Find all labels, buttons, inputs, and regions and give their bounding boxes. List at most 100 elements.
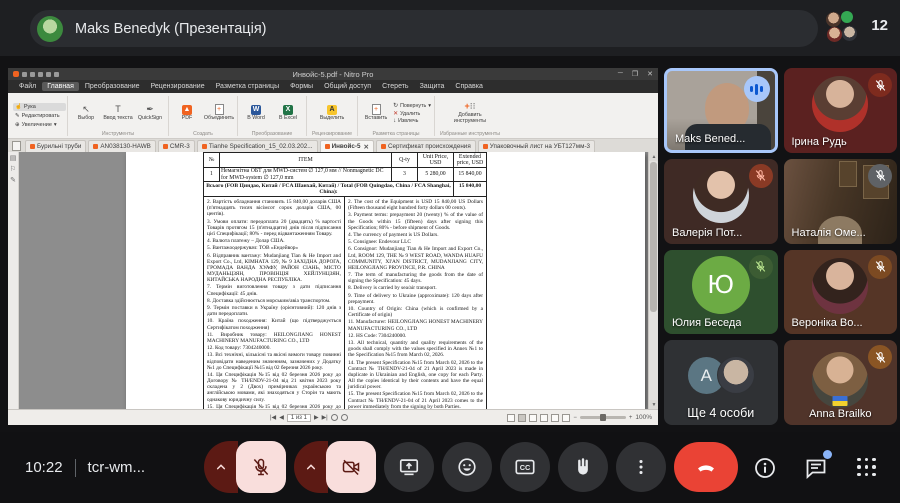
raise-hand-button[interactable] bbox=[558, 442, 608, 492]
zoom-button[interactable]: ⊕Увеличение ▾ bbox=[13, 121, 66, 129]
restore-button[interactable]: ❐ bbox=[632, 70, 638, 78]
meeting-details-button[interactable] bbox=[752, 455, 778, 481]
captions-button[interactable]: CC bbox=[500, 442, 550, 492]
tab-help[interactable]: Справка bbox=[450, 82, 487, 91]
tile-anna[interactable]: Anna Brailko bbox=[784, 340, 898, 425]
avatar-initial: Ю bbox=[692, 256, 750, 314]
view-mode-icon[interactable] bbox=[540, 414, 548, 422]
zoom-out-icon[interactable]: − bbox=[573, 415, 577, 421]
last-page-icon[interactable]: ▶| bbox=[322, 414, 328, 421]
view-mode-icon[interactable] bbox=[551, 414, 559, 422]
to-excel-button[interactable]: XВ Excel bbox=[273, 105, 303, 122]
zoom-slider-knob[interactable] bbox=[600, 414, 606, 421]
tile-valeriia[interactable]: Валерія Пот... bbox=[664, 159, 778, 244]
mic-off-icon bbox=[754, 260, 767, 273]
tab-review[interactable]: Рецензирование bbox=[146, 82, 210, 91]
pdf-file-icon bbox=[202, 144, 207, 149]
vertical-scrollbar[interactable]: ▲ ▼ bbox=[648, 152, 658, 409]
tab-home[interactable]: Главная bbox=[42, 82, 79, 91]
table-row: 1 Немагнітна ОБТ для MWD-систем ∅ 127,0 … bbox=[203, 168, 487, 182]
view-mode-icon[interactable] bbox=[518, 414, 526, 422]
doc-paragraph: 6. Відправник вантажу: Mudanjiang Tian &… bbox=[207, 253, 341, 284]
tab-erase[interactable]: Стереть bbox=[377, 82, 413, 91]
scrollbar-thumb[interactable] bbox=[650, 162, 657, 312]
page-panel-icon[interactable] bbox=[12, 141, 21, 151]
doc-tab-active[interactable]: Инвойс-5✕ bbox=[320, 140, 374, 152]
participant-name: Maks Bened... bbox=[675, 133, 745, 145]
camera-off-button[interactable] bbox=[326, 441, 376, 493]
view-mode-icon[interactable] bbox=[507, 414, 515, 422]
extract-button[interactable]: ↓Извлечь bbox=[393, 118, 431, 124]
page-indicator[interactable]: 1 из 1 bbox=[287, 414, 311, 422]
mic-mute-button[interactable] bbox=[236, 441, 286, 493]
to-word-button[interactable]: WВ Word bbox=[241, 105, 271, 122]
combine-button[interactable]: +Объединить bbox=[204, 104, 234, 122]
chevron-up-icon bbox=[303, 459, 319, 475]
excel-icon: X bbox=[283, 105, 293, 115]
tab-convert[interactable]: Преобразование bbox=[80, 82, 145, 91]
doc-tab[interactable]: Tianhe Specification_15_02.03.202... bbox=[197, 140, 318, 152]
close-button[interactable]: ✕ bbox=[647, 70, 653, 78]
type-text-button[interactable]: TВвод текста bbox=[103, 104, 133, 122]
camera-options-button[interactable] bbox=[294, 441, 328, 493]
more-options-button[interactable] bbox=[616, 442, 666, 492]
quicksign-button[interactable]: ✒QuickSign bbox=[135, 104, 165, 122]
tile-more-participants[interactable]: A Ще 4 особи bbox=[664, 340, 778, 425]
tile-nataliia[interactable]: Наталія Оме... bbox=[784, 159, 898, 244]
participants-avatar-cluster[interactable] bbox=[826, 11, 860, 45]
first-page-icon[interactable]: |◀ bbox=[270, 414, 276, 421]
pdf-file-icon bbox=[381, 144, 386, 149]
bookmarks-panel-icon[interactable]: ⚐ bbox=[10, 166, 16, 173]
close-tab-icon[interactable]: ✕ bbox=[364, 143, 369, 151]
nitro-title-bar: Инвойс-5.pdf - Nitro Pro ─ ❐ ✕ bbox=[8, 68, 658, 80]
doc-tab[interactable]: AN038130-HAWB bbox=[88, 140, 156, 152]
select-tool-button[interactable]: ↖Выбор bbox=[71, 104, 101, 122]
add-tools-button[interactable]: +⁝⁝Добавить инструменты bbox=[447, 101, 493, 125]
present-screen-button[interactable] bbox=[384, 442, 434, 492]
next-page-icon[interactable]: ▶ bbox=[314, 414, 319, 421]
presenter-pill[interactable]: Maks Benedyk (Презентація) bbox=[30, 10, 818, 47]
tile-maks[interactable]: Maks Bened... bbox=[664, 68, 778, 153]
delete-page-button[interactable]: ✕Удалить bbox=[393, 110, 431, 117]
tab-file[interactable]: Файл bbox=[14, 82, 41, 91]
activities-button[interactable] bbox=[854, 455, 880, 481]
scroll-up-icon[interactable]: ▲ bbox=[649, 152, 658, 161]
tile-iryna[interactable]: Ірина Рудь bbox=[784, 68, 898, 153]
minimize-button[interactable]: ─ bbox=[618, 70, 623, 78]
end-call-button[interactable] bbox=[674, 442, 738, 492]
attachments-panel-icon[interactable]: ✎ bbox=[10, 177, 16, 184]
tab-forms[interactable]: Формы bbox=[285, 82, 318, 91]
reactions-button[interactable] bbox=[442, 442, 492, 492]
tile-yuliia[interactable]: Ю Юлия Беседа bbox=[664, 250, 778, 335]
tab-page-layout[interactable]: Разметка страницы bbox=[211, 82, 285, 91]
chat-button[interactable] bbox=[803, 455, 829, 481]
doc-tab[interactable]: Упаковочный лист на УБТ127мм-3 bbox=[478, 140, 595, 152]
avatar bbox=[812, 76, 868, 132]
doc-tab[interactable]: Сертификат происхождения bbox=[376, 140, 476, 152]
rotate-button[interactable]: ↻Повернуть ▾ bbox=[393, 102, 431, 109]
doc-tab[interactable]: CMR-3 bbox=[158, 140, 195, 152]
zoom-in-icon[interactable]: + bbox=[629, 415, 633, 421]
view-mode-icon[interactable] bbox=[529, 414, 537, 422]
doc-tab[interactable]: Бурильні труби bbox=[25, 140, 86, 152]
pdf-file-icon bbox=[30, 144, 35, 149]
scroll-down-icon[interactable]: ▼ bbox=[649, 400, 658, 409]
create-pdf-button[interactable]: ▲PDF bbox=[172, 105, 202, 122]
view-mode-icon[interactable] bbox=[562, 414, 570, 422]
rotate-view-icon[interactable] bbox=[341, 414, 348, 421]
zoom-slider[interactable] bbox=[580, 416, 626, 419]
tile-veronika[interactable]: Вероніка Во... bbox=[784, 250, 898, 335]
prev-page-icon[interactable]: ◀ bbox=[279, 414, 284, 421]
insert-page-button[interactable]: +Вставить bbox=[361, 104, 391, 122]
edit-button[interactable]: ✎Редактировать bbox=[13, 112, 66, 120]
tab-protect[interactable]: Защита bbox=[415, 82, 450, 91]
hand-tool-button[interactable]: ☝Рука bbox=[13, 103, 66, 111]
doc-paragraph: 15. Ця Специфікація №15 від 02 березня 2… bbox=[207, 404, 341, 409]
document-canvas[interactable]: № ITEM Q-ty Unit Price, USD Extended pri… bbox=[19, 152, 658, 409]
mic-options-button[interactable] bbox=[204, 441, 238, 493]
thumbnails-panel-icon[interactable]: ▤ bbox=[10, 155, 17, 162]
rotate-view-icon[interactable] bbox=[331, 414, 338, 421]
tab-share[interactable]: Общий доступ bbox=[319, 82, 376, 91]
group-label: Преобразование bbox=[250, 131, 295, 138]
highlight-button[interactable]: AВыделить bbox=[317, 105, 347, 122]
